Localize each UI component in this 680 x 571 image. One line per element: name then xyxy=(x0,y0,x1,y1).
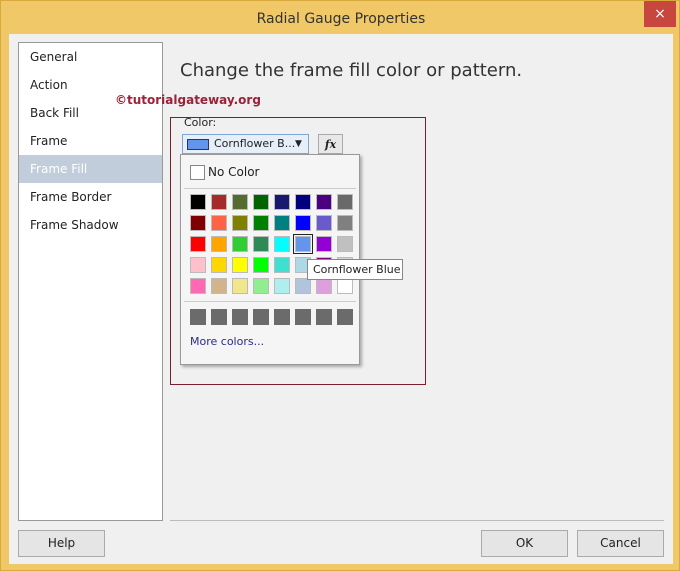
color-swatch[interactable] xyxy=(190,194,206,210)
color-swatch[interactable] xyxy=(190,278,206,294)
cancel-button[interactable]: Cancel xyxy=(577,530,664,557)
color-swatch[interactable] xyxy=(232,278,248,294)
sidebar-item-frame-fill[interactable]: Frame Fill xyxy=(19,155,162,183)
custom-color-swatch[interactable] xyxy=(316,309,332,325)
color-tooltip: Cornflower Blue xyxy=(307,259,403,280)
custom-color-swatch[interactable] xyxy=(211,309,227,325)
color-swatch[interactable] xyxy=(316,215,332,231)
color-dropdown-value: Cornflower B... xyxy=(214,137,296,150)
color-swatch[interactable] xyxy=(316,236,332,252)
color-swatch[interactable] xyxy=(295,194,311,210)
no-color-swatch[interactable] xyxy=(190,165,205,180)
no-color-option[interactable]: No Color xyxy=(208,165,259,179)
color-swatch[interactable] xyxy=(274,236,290,252)
color-swatch[interactable] xyxy=(253,215,269,231)
color-swatch[interactable] xyxy=(253,194,269,210)
color-swatch[interactable] xyxy=(316,278,332,294)
color-swatch[interactable] xyxy=(337,278,353,294)
custom-color-swatch[interactable] xyxy=(232,309,248,325)
color-swatch[interactable] xyxy=(211,257,227,273)
custom-color-swatch[interactable] xyxy=(337,309,353,325)
custom-color-swatch[interactable] xyxy=(295,309,311,325)
color-swatch[interactable] xyxy=(253,236,269,252)
custom-color-swatch[interactable] xyxy=(190,309,206,325)
color-swatch[interactable] xyxy=(232,215,248,231)
color-dropdown[interactable]: Cornflower B... ▼ xyxy=(182,134,309,154)
color-swatch[interactable] xyxy=(190,257,206,273)
custom-color-swatch[interactable] xyxy=(253,309,269,325)
sidebar-item-general[interactable]: General xyxy=(19,43,162,71)
color-preview-swatch xyxy=(187,139,209,150)
color-swatch[interactable] xyxy=(211,194,227,210)
expression-button[interactable]: fx xyxy=(318,134,343,154)
color-swatch[interactable] xyxy=(232,236,248,252)
color-swatch[interactable] xyxy=(295,278,311,294)
color-swatch[interactable] xyxy=(337,215,353,231)
color-swatch[interactable] xyxy=(253,278,269,294)
color-swatch[interactable] xyxy=(211,278,227,294)
color-swatch[interactable] xyxy=(253,257,269,273)
color-swatch[interactable] xyxy=(274,278,290,294)
color-swatch[interactable] xyxy=(274,257,290,273)
color-swatch[interactable] xyxy=(190,215,206,231)
divider xyxy=(170,520,664,521)
ok-button[interactable]: OK xyxy=(481,530,568,557)
color-swatch[interactable] xyxy=(337,236,353,252)
divider xyxy=(184,188,356,189)
more-colors-link[interactable]: More colors... xyxy=(190,335,264,348)
color-swatch[interactable] xyxy=(232,194,248,210)
custom-color-swatch[interactable] xyxy=(274,309,290,325)
sidebar-item-frame[interactable]: Frame xyxy=(19,127,162,155)
watermark: ©tutorialgateway.org xyxy=(115,93,261,107)
color-swatch[interactable] xyxy=(274,194,290,210)
window-title: Radial Gauge Properties xyxy=(256,11,426,27)
sidebar-item-frame-border[interactable]: Frame Border xyxy=(19,183,162,211)
color-swatch[interactable] xyxy=(211,215,227,231)
color-swatch[interactable] xyxy=(295,215,311,231)
color-label: Color: xyxy=(184,116,217,129)
color-swatch[interactable] xyxy=(316,194,332,210)
color-swatch[interactable] xyxy=(274,215,290,231)
color-swatch[interactable] xyxy=(190,236,206,252)
sidebar-item-frame-shadow[interactable]: Frame Shadow xyxy=(19,211,162,239)
sidebar-nav: General Action Back Fill Frame Frame Fil… xyxy=(18,42,163,521)
color-swatch[interactable] xyxy=(293,234,313,254)
chevron-down-icon: ▼ xyxy=(295,139,302,149)
page-heading: Change the frame fill color or pattern. xyxy=(180,60,523,81)
color-swatch[interactable] xyxy=(232,257,248,273)
help-button[interactable]: Help xyxy=(18,530,105,557)
color-swatch[interactable] xyxy=(337,194,353,210)
divider xyxy=(184,301,356,302)
close-button[interactable]: × xyxy=(644,1,676,27)
color-swatch[interactable] xyxy=(211,236,227,252)
